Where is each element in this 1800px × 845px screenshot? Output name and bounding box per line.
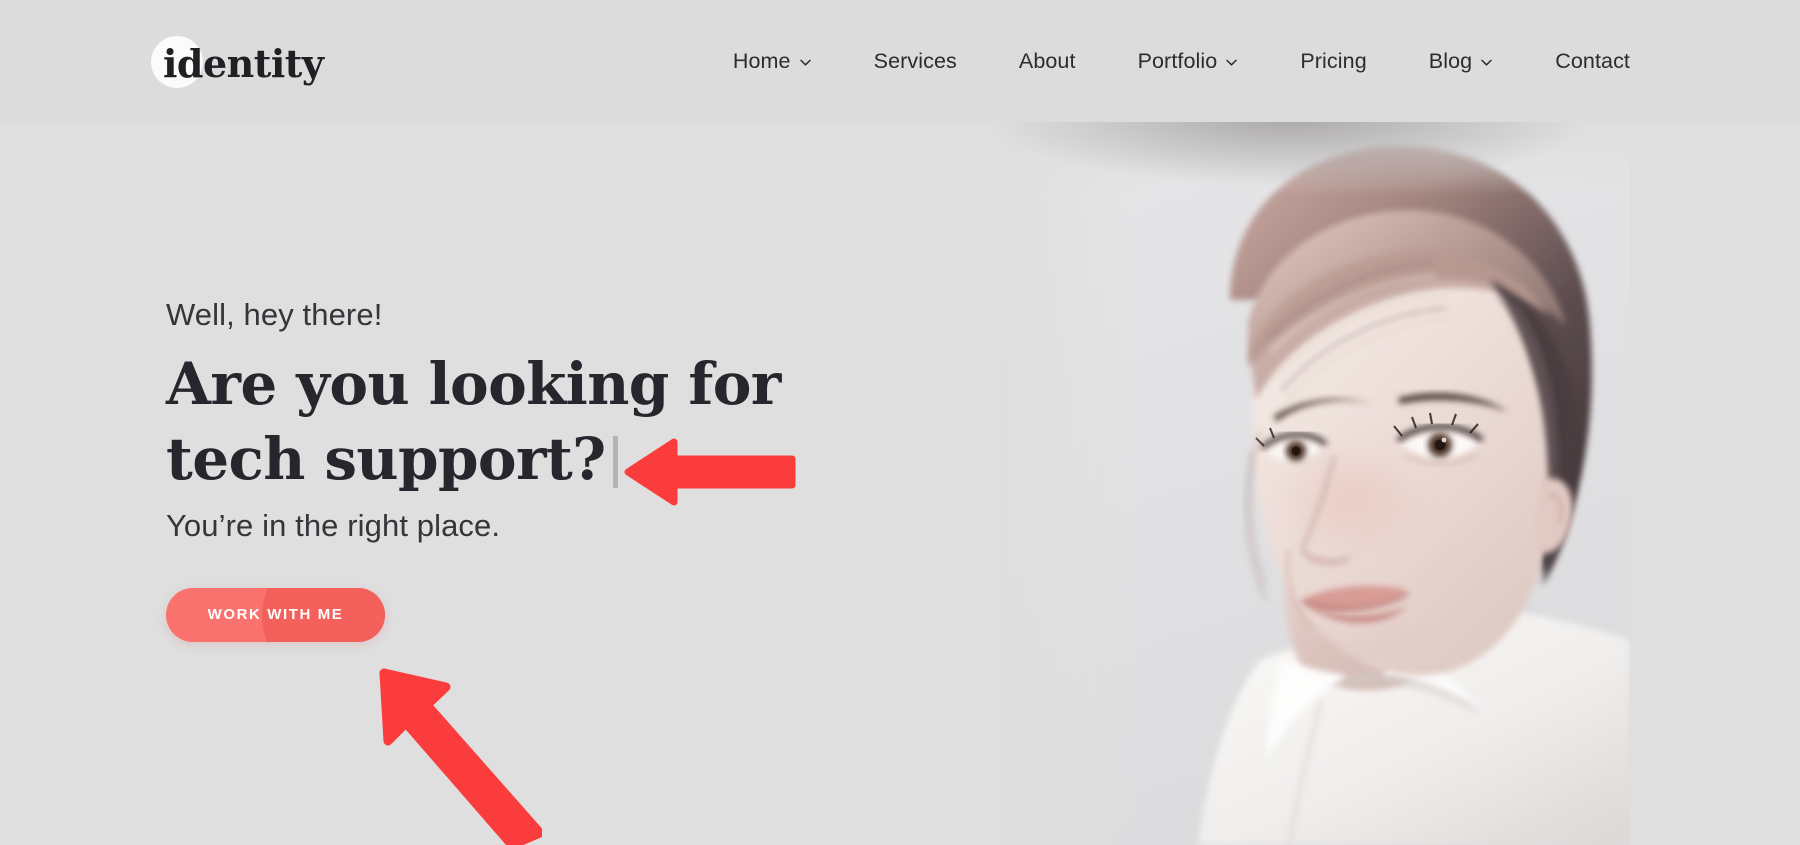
chevron-down-icon [799, 56, 812, 69]
nav-item-pricing[interactable]: Pricing [1269, 49, 1397, 74]
nav-label-portfolio: Portfolio [1137, 48, 1218, 73]
nav-item-portfolio[interactable]: Portfolio [1107, 49, 1270, 74]
headline-line-2: tech support? [166, 424, 606, 493]
hero-content: Well, hey there! Are you looking for tec… [166, 296, 886, 642]
chevron-down-icon [1225, 56, 1238, 69]
work-with-me-button[interactable]: WORK WITH ME [166, 587, 385, 642]
nav-item-services[interactable]: Services [843, 49, 988, 74]
hero-subline: You’re in the right place. [166, 507, 501, 543]
nav-item-contact[interactable]: Contact [1524, 49, 1630, 74]
nav-label-home: Home [732, 48, 791, 73]
site-logo[interactable]: identity [151, 36, 324, 92]
nav-label-contact: Contact [1555, 48, 1630, 73]
main-navigation: Home Services About Portfolio Pricing Bl… [702, 0, 1630, 122]
logo-text: identity [163, 41, 324, 86]
headline-line-1: Are you looking for [166, 349, 781, 418]
page-title: Are you looking for tech support? [166, 347, 781, 497]
nav-label-about: About [1018, 48, 1076, 73]
chevron-down-icon [1480, 56, 1493, 69]
nav-item-home[interactable]: Home [702, 49, 843, 74]
site-header: identity Home Services About Portfolio P… [0, 0, 1800, 122]
nav-label-services: Services [873, 48, 957, 73]
text-cursor-caret [612, 435, 618, 488]
page-root: identity Home Services About Portfolio P… [0, 0, 1800, 845]
nav-label-pricing: Pricing [1300, 48, 1367, 73]
nav-item-about[interactable]: About [988, 49, 1107, 74]
hero-eyebrow: Well, hey there! [166, 297, 383, 332]
work-with-me-button-label: WORK WITH ME [207, 605, 344, 623]
nav-item-blog[interactable]: Blog [1398, 49, 1524, 74]
nav-label-blog: Blog [1428, 48, 1473, 73]
